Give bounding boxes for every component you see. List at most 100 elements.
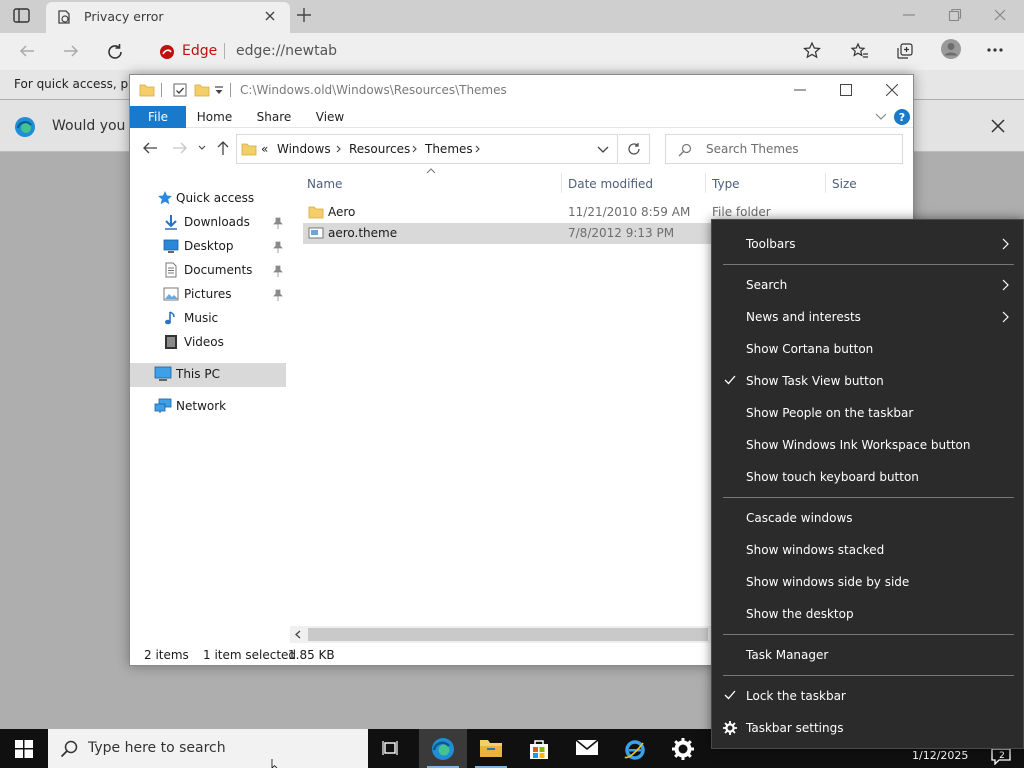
explorer-address-bar[interactable]: « Windows Resources Themes: [236, 134, 618, 164]
back-arrow-icon[interactable]: [18, 43, 36, 59]
new-tab-icon[interactable]: [296, 7, 312, 23]
close-tab-icon[interactable]: [264, 10, 276, 22]
back-arrow-icon[interactable]: [142, 141, 158, 155]
forward-arrow-icon[interactable]: [62, 43, 80, 59]
menu-item-windows-stacked[interactable]: Show windows stacked: [712, 534, 1023, 566]
restore-icon[interactable]: [948, 8, 962, 22]
gear-icon: [723, 721, 737, 735]
menu-item-task-manager[interactable]: Task Manager: [712, 639, 1023, 671]
menu-item-news-and-interests[interactable]: News and interests: [712, 301, 1023, 333]
menu-item-show-people[interactable]: Show People on the taskbar: [712, 397, 1023, 429]
notification-center-icon[interactable]: 2: [990, 747, 1012, 765]
add-favorite-icon[interactable]: [802, 41, 822, 61]
menu-item-show-touch-keyboard[interactable]: Show touch keyboard button: [712, 461, 1023, 493]
customize-toolbar-icon[interactable]: [214, 86, 224, 96]
taskbar-store[interactable]: [515, 729, 563, 768]
menu-item-search[interactable]: Search: [712, 269, 1023, 301]
menu-item-show-desktop[interactable]: Show the desktop: [712, 598, 1023, 630]
taskbar-internet-explorer[interactable]: [611, 729, 659, 768]
scroll-left-icon[interactable]: [295, 630, 301, 639]
breadcrumb-themes[interactable]: Themes: [425, 142, 473, 156]
taskbar-clock-date[interactable]: 1/12/2025: [912, 749, 968, 762]
more-options-icon[interactable]: [986, 47, 1004, 53]
pin-icon[interactable]: [273, 241, 283, 253]
maximize-button[interactable]: [823, 75, 869, 105]
chevron-down-icon[interactable]: [597, 146, 609, 154]
nav-item-desktop[interactable]: Desktop: [130, 235, 290, 259]
nav-item-videos[interactable]: Videos: [130, 331, 290, 355]
nav-item-downloads[interactable]: Downloads: [130, 211, 290, 235]
refresh-button[interactable]: [619, 134, 650, 164]
collections-icon[interactable]: [895, 41, 915, 61]
breadcrumb-overflow[interactable]: «: [261, 142, 268, 156]
menu-item-toolbars[interactable]: Toolbars: [712, 228, 1023, 260]
column-header-date[interactable]: Date modified: [568, 177, 653, 191]
address-divider: [224, 43, 225, 59]
breadcrumb-chevron-icon[interactable]: [475, 145, 481, 153]
column-header-name[interactable]: Name: [307, 177, 342, 191]
notification-count: 2: [999, 751, 1005, 761]
help-icon[interactable]: ?: [894, 109, 910, 125]
scrollbar-thumb[interactable]: [308, 628, 708, 641]
menu-item-label: Toolbars: [746, 237, 796, 251]
nav-item-network[interactable]: Network: [130, 395, 290, 419]
profile-avatar-icon[interactable]: [940, 38, 962, 60]
up-arrow-icon[interactable]: [216, 140, 230, 156]
tab-view[interactable]: View: [310, 106, 350, 128]
nav-item-pictures[interactable]: Pictures: [130, 283, 290, 307]
tab-actions-icon[interactable]: [12, 7, 32, 25]
taskbar-edge[interactable]: [419, 729, 467, 768]
pin-icon[interactable]: [273, 289, 283, 301]
close-icon[interactable]: [993, 8, 1007, 22]
video-film-icon: [163, 334, 179, 350]
network-icon: [154, 398, 172, 414]
pin-icon[interactable]: [273, 217, 283, 229]
address-bar[interactable]: Edge edge://newtab: [150, 37, 830, 66]
task-view-button[interactable]: [368, 729, 416, 768]
nav-item-this-pc[interactable]: This PC: [130, 363, 286, 387]
tab-share[interactable]: Share: [252, 106, 296, 128]
start-button[interactable]: [0, 729, 48, 768]
favorites-icon[interactable]: [850, 41, 870, 61]
tab-file[interactable]: File: [130, 106, 186, 128]
forward-arrow-icon[interactable]: [172, 141, 188, 155]
file-row-aero-theme[interactable]: aero.theme 7/8/2012 9:13 PM: [303, 223, 713, 244]
taskbar-mail[interactable]: [563, 729, 611, 768]
nav-item-music[interactable]: Music: [130, 307, 290, 331]
menu-item-taskbar-settings[interactable]: Taskbar settings: [712, 712, 1023, 744]
close-info-bar-icon[interactable]: [990, 118, 1006, 134]
tab-home[interactable]: Home: [192, 106, 237, 128]
breadcrumb-chevron-icon[interactable]: [336, 145, 342, 153]
breadcrumb-resources[interactable]: Resources: [349, 142, 410, 156]
taskbar-file-explorer[interactable]: [467, 729, 515, 768]
taskbar-search-box[interactable]: Type here to search: [48, 729, 368, 768]
menu-item-show-task-view[interactable]: Show Task View button: [712, 365, 1023, 397]
expand-ribbon-icon[interactable]: [875, 112, 887, 122]
new-folder-icon[interactable]: [194, 82, 210, 98]
breadcrumb-chevron-icon[interactable]: [412, 145, 418, 153]
minimize-icon[interactable]: [902, 8, 916, 22]
menu-item-show-ink-workspace[interactable]: Show Windows Ink Workspace button: [712, 429, 1023, 461]
address-url[interactable]: edge://newtab: [236, 43, 337, 59]
breadcrumb-windows[interactable]: Windows: [277, 142, 331, 156]
minimize-button[interactable]: [777, 75, 823, 105]
close-button[interactable]: [869, 75, 915, 105]
properties-icon[interactable]: [172, 82, 188, 98]
menu-item-lock-taskbar[interactable]: Lock the taskbar: [712, 680, 1023, 712]
nav-item-quick-access[interactable]: Quick access: [130, 187, 290, 211]
menu-item-windows-side-by-side[interactable]: Show windows side by side: [712, 566, 1023, 598]
nav-item-documents[interactable]: Documents: [130, 259, 290, 283]
browser-tab[interactable]: Privacy error: [46, 2, 290, 33]
column-divider[interactable]: [825, 173, 826, 193]
column-divider[interactable]: [561, 173, 562, 193]
column-divider[interactable]: [705, 173, 706, 193]
recent-locations-icon[interactable]: [198, 145, 206, 151]
menu-item-show-cortana[interactable]: Show Cortana button: [712, 333, 1023, 365]
refresh-icon[interactable]: [106, 43, 124, 61]
pin-icon[interactable]: [273, 265, 283, 277]
explorer-search-input[interactable]: Search Themes: [665, 134, 903, 164]
taskbar-settings[interactable]: [659, 729, 707, 768]
column-header-size[interactable]: Size: [832, 177, 857, 191]
menu-item-cascade-windows[interactable]: Cascade windows: [712, 502, 1023, 534]
column-header-type[interactable]: Type: [712, 177, 740, 191]
